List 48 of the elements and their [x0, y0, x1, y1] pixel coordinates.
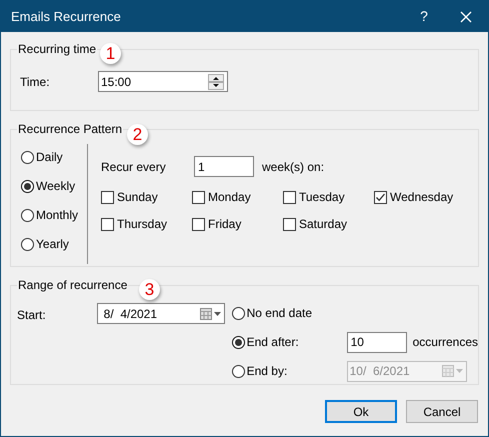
radio-button[interactable]: Daily [21, 147, 87, 167]
checkmark-icon [375, 192, 386, 202]
recur-every-label: Recur every [101, 158, 167, 176]
radio-indicator[interactable] [21, 150, 34, 164]
dialog-button[interactable]: Cancel [406, 400, 478, 423]
checkbox-box[interactable] [192, 218, 205, 230]
close-icon [460, 10, 472, 22]
checkbox-box[interactable] [283, 190, 296, 204]
occurrences-label: occurrences [412, 334, 478, 351]
checkbox-box[interactable] [101, 190, 114, 204]
group-title: Range of recurrence [17, 277, 128, 293]
checkbox-box[interactable] [374, 190, 387, 204]
radio-indicator[interactable] [21, 180, 34, 192]
occurrences-field[interactable]: 10 [346, 332, 407, 352]
group-title: Recurring time [17, 41, 98, 57]
radio-indicator[interactable] [21, 208, 34, 222]
interval-field[interactable]: 1 [194, 156, 254, 177]
time-field[interactable]: 15:00 [98, 71, 228, 92]
start-date-field[interactable]: 8/ 4/2021 [96, 303, 225, 324]
radio-indicator[interactable] [232, 336, 245, 348]
interval-unit-label: week(s) on: [262, 158, 324, 176]
time-label: Time: [20, 74, 51, 90]
checkbox-box[interactable] [283, 218, 296, 230]
radio-button[interactable]: Monthly [21, 205, 87, 225]
checkbox[interactable]: Monday [192, 187, 283, 207]
radio-button[interactable]: Yearly [21, 234, 87, 254]
checkbox[interactable]: Wednesday [374, 187, 465, 207]
help-button[interactable]: ? [404, 1, 444, 32]
step-badge: 2 [127, 124, 148, 145]
calendar-dropdown-icon[interactable] [200, 308, 222, 320]
radio-button[interactable]: End after: [232, 332, 347, 352]
checkbox-box[interactable] [192, 190, 205, 204]
window-title: Emails Recurrence [11, 8, 121, 26]
step-badge: 3 [139, 279, 160, 300]
checkbox[interactable]: Thursday [101, 214, 192, 234]
radio-button[interactable]: No end date [232, 303, 347, 323]
checkbox[interactable]: Friday [192, 214, 283, 234]
radio-button[interactable]: Weekly [21, 176, 87, 196]
dialog-button[interactable]: Ok [325, 400, 397, 423]
checkbox[interactable]: Saturday [283, 214, 374, 234]
step-badge: 1 [100, 43, 121, 64]
radio-indicator[interactable] [21, 238, 34, 250]
checkbox-box[interactable] [101, 218, 114, 230]
radio-indicator[interactable] [232, 306, 245, 320]
checkbox[interactable]: Sunday [101, 187, 192, 207]
checkbox[interactable]: Tuesday [283, 187, 374, 207]
spinner-icon[interactable] [208, 74, 224, 90]
start-label: Start: [17, 307, 47, 324]
